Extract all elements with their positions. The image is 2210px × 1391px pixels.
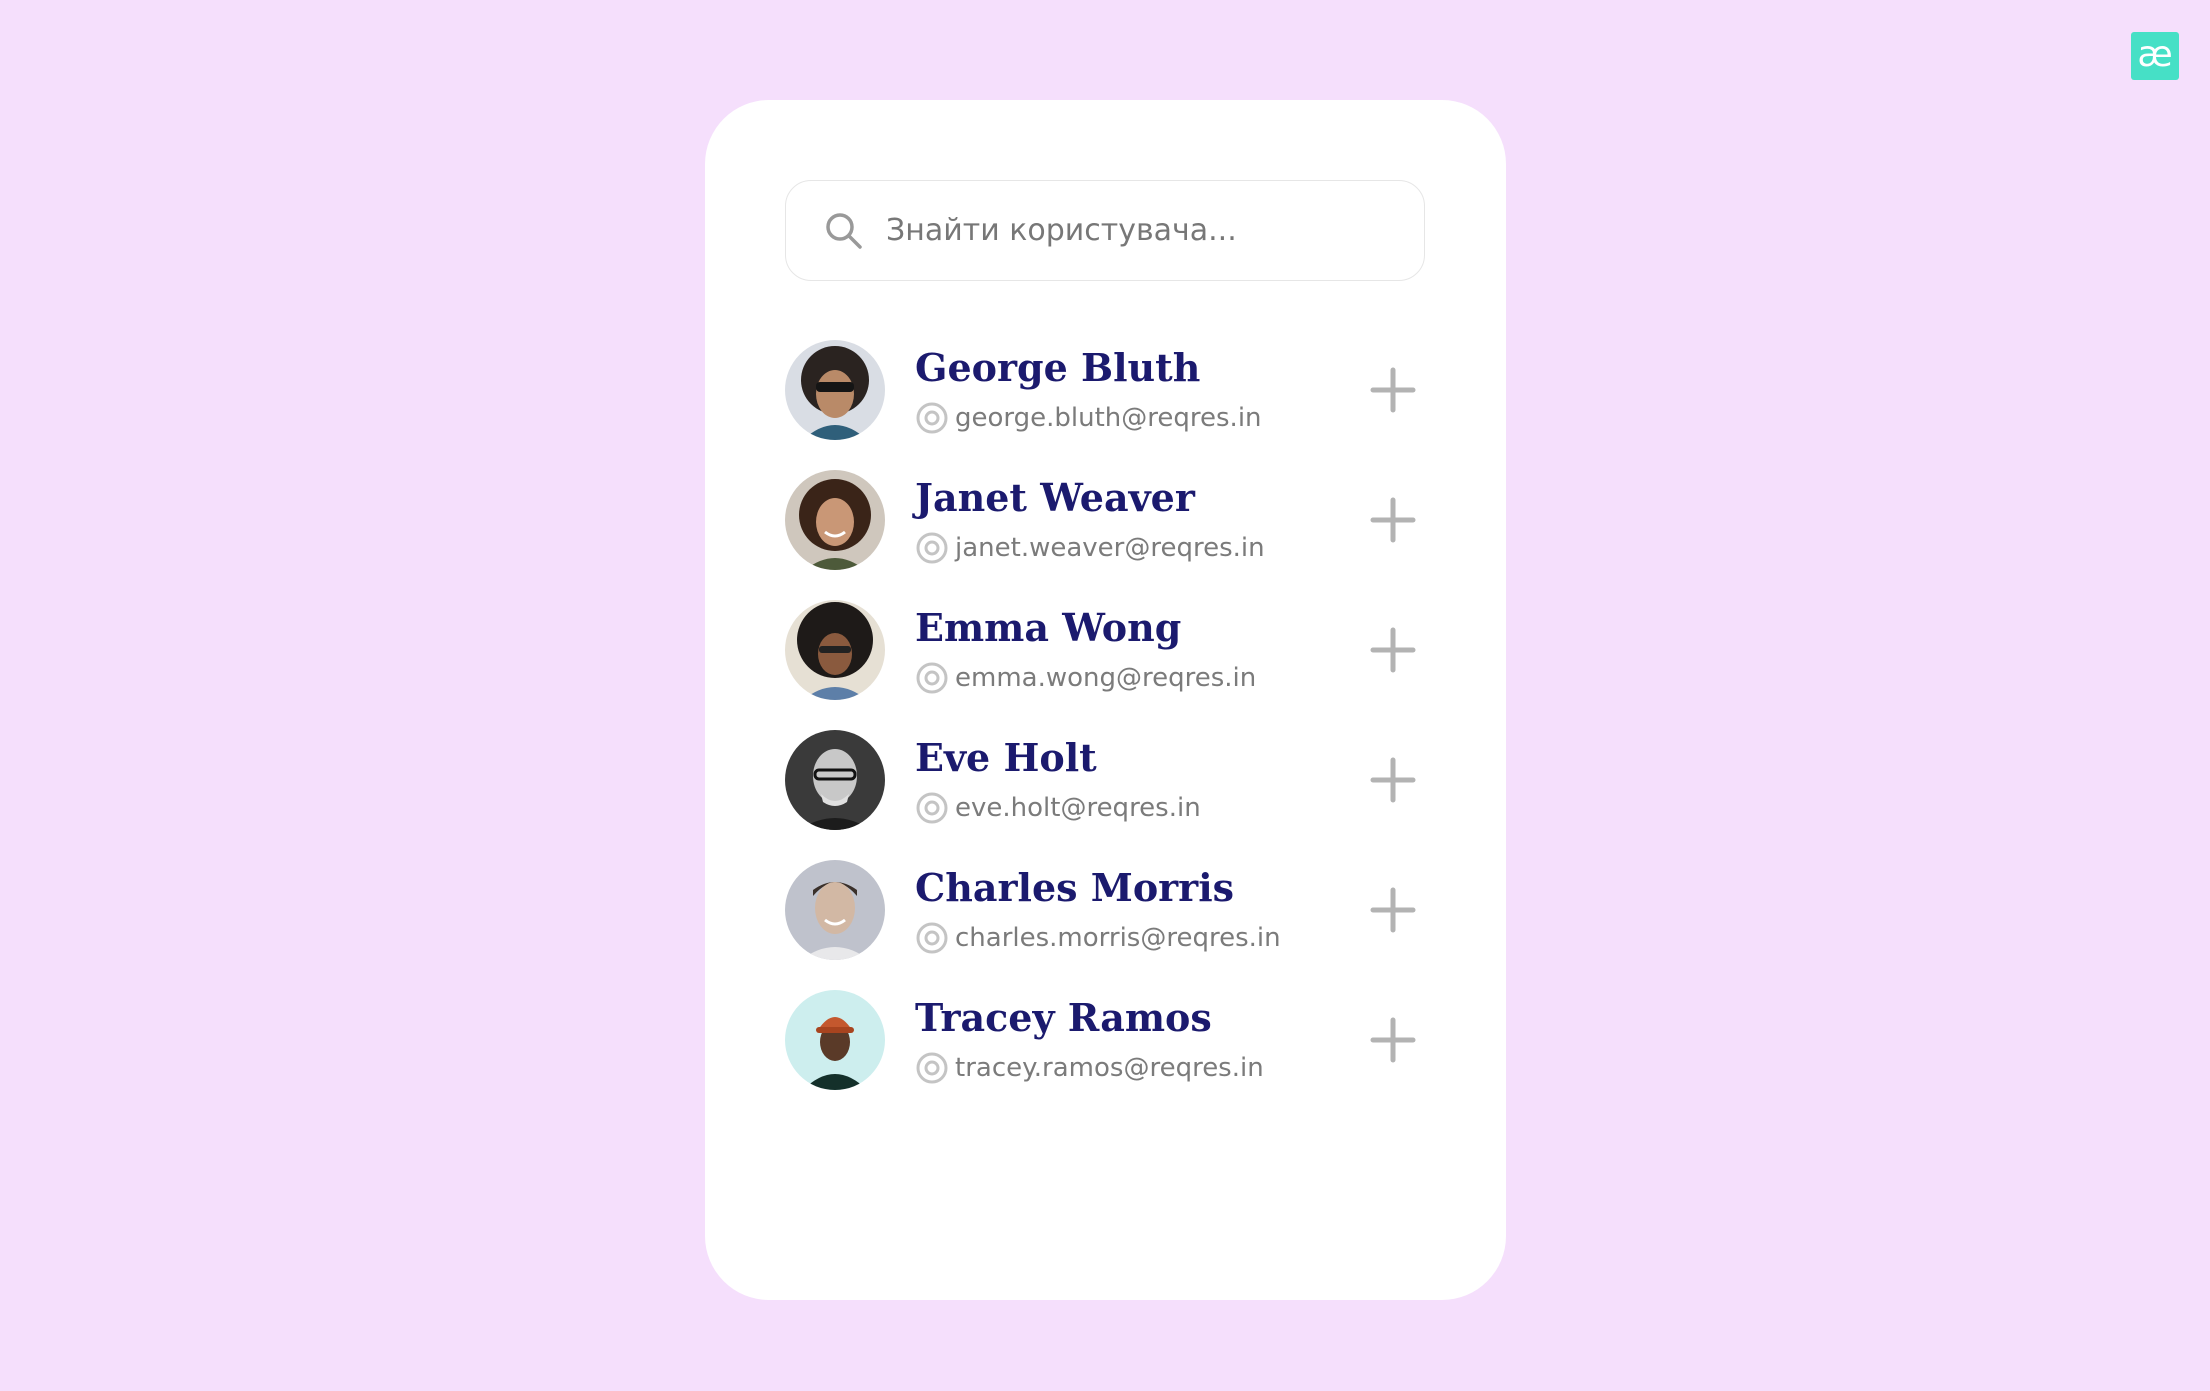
- brand-logo[interactable]: æ: [2131, 32, 2179, 80]
- add-user-button[interactable]: [1365, 492, 1421, 548]
- avatar: [785, 470, 885, 570]
- avatar: [785, 730, 885, 830]
- user-name: George Bluth: [915, 345, 1201, 390]
- avatar: [785, 860, 885, 960]
- at-icon: [916, 922, 948, 954]
- user-email-row: charles.morris@reqres.in: [915, 918, 1281, 958]
- add-user-button[interactable]: [1365, 1012, 1421, 1068]
- list-item: Tracey Ramos tracey.ramos@reqres.in: [785, 990, 1425, 1090]
- user-email-row: emma.wong@reqres.in: [915, 658, 1256, 698]
- avatar: [785, 990, 885, 1090]
- user-name: Emma Wong: [915, 605, 1182, 650]
- at-icon: [916, 1052, 948, 1084]
- user-email-row: george.bluth@reqres.in: [915, 398, 1262, 438]
- add-user-button[interactable]: [1365, 622, 1421, 678]
- add-user-button[interactable]: [1365, 362, 1421, 418]
- user-name: Tracey Ramos: [915, 995, 1212, 1040]
- user-name: Janet Weaver: [915, 475, 1195, 520]
- at-icon: [916, 792, 948, 824]
- user-email-row: janet.weaver@reqres.in: [915, 528, 1265, 568]
- avatar: [785, 600, 885, 700]
- user-name: Eve Holt: [915, 735, 1097, 780]
- user-email-row: eve.holt@reqres.in: [915, 788, 1201, 828]
- list-item: George Bluth george.bluth@reqres.in: [785, 340, 1425, 440]
- search-box[interactable]: [785, 180, 1425, 281]
- user-email: tracey.ramos@reqres.in: [955, 1053, 1264, 1083]
- list-item: Emma Wong emma.wong@reqres.in: [785, 600, 1425, 700]
- at-icon: [916, 402, 948, 434]
- list-item: Charles Morris charles.morris@reqres.in: [785, 860, 1425, 960]
- user-email-row: tracey.ramos@reqres.in: [915, 1048, 1264, 1088]
- user-email: charles.morris@reqres.in: [955, 923, 1281, 953]
- user-search-card: George Bluth george.bluth@reqres.in: [705, 100, 1506, 1300]
- avatar: [785, 340, 885, 440]
- user-name: Charles Morris: [915, 865, 1235, 910]
- user-email: janet.weaver@reqres.in: [955, 533, 1265, 563]
- user-email: emma.wong@reqres.in: [955, 663, 1257, 693]
- search-input[interactable]: [886, 181, 1406, 279]
- add-user-button[interactable]: [1365, 752, 1421, 808]
- search-icon: [826, 213, 862, 249]
- user-list: George Bluth george.bluth@reqres.in Jane…: [785, 340, 1425, 1120]
- at-icon: [916, 662, 948, 694]
- list-item: Eve Holt eve.holt@reqres.in: [785, 730, 1425, 830]
- at-icon: [916, 532, 948, 564]
- add-user-button[interactable]: [1365, 882, 1421, 938]
- user-email: george.bluth@reqres.in: [955, 403, 1262, 433]
- user-email: eve.holt@reqres.in: [955, 793, 1201, 823]
- list-item: Janet Weaver janet.weaver@reqres.in: [785, 470, 1425, 570]
